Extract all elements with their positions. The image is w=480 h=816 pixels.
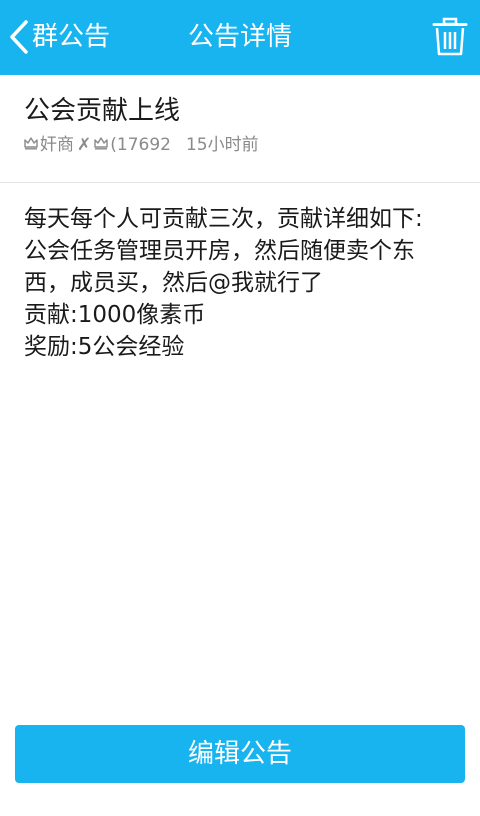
announcement-meta: 奸商 ✗ (17692 15小时前 <box>24 133 259 157</box>
x-mark-icon: ✗ <box>77 135 92 155</box>
crown-icon <box>24 133 38 157</box>
announcement-detail-screen: 群公告 公告详情 公会贡献上线 奸商 ✗ (17692 15小时前 每天每个人可… <box>0 0 480 816</box>
body-line: 贡献:1000像素币 <box>24 302 206 328</box>
back-button[interactable]: 群公告 <box>8 14 110 60</box>
author-name-part2: (17692 <box>110 135 171 155</box>
page-title: 公告详情 <box>187 22 292 52</box>
back-label: 群公告 <box>32 22 111 52</box>
body-line: 公会任务管理员开房，然后随便卖个东 <box>24 238 415 264</box>
announcement-header: 公会贡献上线 奸商 ✗ (17692 15小时前 <box>0 75 480 183</box>
trash-icon <box>432 17 468 56</box>
body-line: 每天每个人可贡献三次，贡献详细如下: <box>24 206 423 232</box>
body-line: 西，成员买，然后@我就行了 <box>24 270 323 296</box>
crown-icon <box>94 133 108 157</box>
delete-button[interactable] <box>432 17 468 57</box>
chevron-left-icon <box>10 20 28 54</box>
body-line: 奖励:5公会经验 <box>24 334 185 360</box>
post-time: 15小时前 <box>185 135 259 155</box>
edit-announcement-button[interactable]: 编辑公告 <box>15 725 465 783</box>
top-nav-bar: 群公告 公告详情 <box>0 0 480 75</box>
author-name-part1: 奸商 <box>40 135 74 155</box>
announcement-title: 公会贡献上线 <box>24 96 181 126</box>
announcement-body: 每天每个人可贡献三次，贡献详细如下: 公会任务管理员开房，然后随便卖个东 西，成… <box>24 203 464 363</box>
